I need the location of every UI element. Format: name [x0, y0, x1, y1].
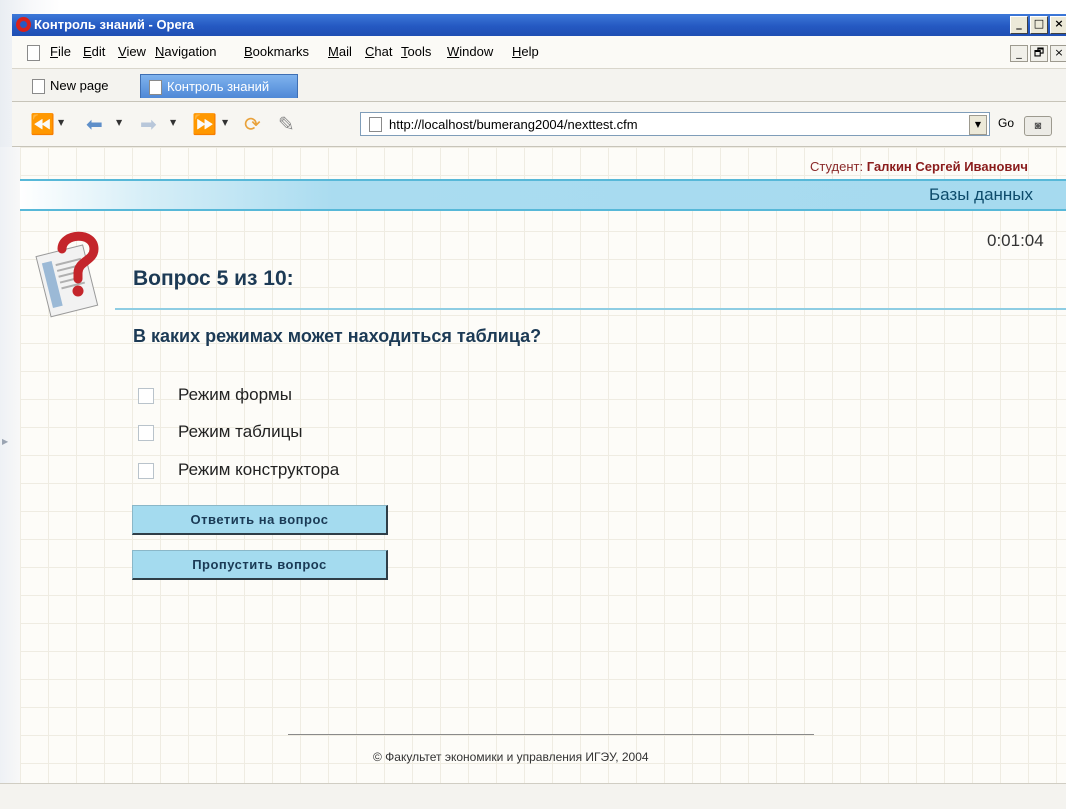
forward-icon[interactable]: ➡ — [140, 114, 157, 134]
mdi-minimize-button[interactable]: _ — [1010, 45, 1028, 62]
student-name: Галкин Сергей Иванович — [866, 159, 1028, 174]
question-text: В каких режимах может находиться таблица… — [133, 326, 542, 346]
menu-bookmarks[interactable]: Bookmarks — [244, 44, 309, 59]
subject-band: Базы данных — [20, 179, 1066, 211]
tab-knowledge-control[interactable]: Контроль знаний — [140, 74, 298, 98]
menu-view[interactable]: View — [118, 44, 146, 59]
tab-new-page[interactable]: New page — [24, 74, 132, 98]
fast-forward-icon[interactable]: ⏩ — [192, 114, 217, 134]
option-label: Режим формы — [178, 385, 292, 404]
option-checkbox[interactable] — [138, 388, 154, 404]
camera-icon[interactable]: ◙ — [1024, 116, 1052, 136]
page-icon — [149, 80, 162, 95]
edit-icon[interactable]: ✎ — [278, 114, 295, 134]
footer-text: © Факультет экономики и управления ИГЭУ,… — [373, 750, 649, 764]
menu-mail[interactable]: Mail — [328, 44, 352, 59]
tab-bar: New page Контроль знаний — [12, 69, 1066, 102]
student-info: Студент: Галкин Сергей Иванович — [810, 159, 1028, 174]
page-icon — [32, 79, 45, 94]
chevron-down-icon[interactable]: ▼ — [58, 118, 64, 127]
option-checkbox[interactable] — [138, 425, 154, 441]
menu-file[interactable]: File — [50, 44, 71, 59]
close-button[interactable]: × — [1050, 16, 1066, 34]
reload-icon[interactable]: ⟳ — [244, 114, 261, 134]
question-number: Вопрос 5 из 10: — [133, 267, 294, 290]
divider — [115, 308, 1066, 310]
menu-help[interactable]: Help — [512, 44, 539, 59]
opera-logo-icon — [16, 17, 31, 32]
mdi-close-button[interactable]: × — [1050, 45, 1066, 62]
subject-title: Базы данных — [929, 185, 1034, 204]
page-icon — [27, 45, 40, 61]
maximize-button[interactable]: □ — [1030, 16, 1048, 34]
question-mark-icon — [35, 231, 99, 318]
page-content: Студент: Галкин Сергей Иванович Базы дан… — [20, 147, 1066, 783]
chevron-down-icon[interactable]: ▼ — [222, 118, 228, 127]
rewind-icon[interactable]: ⏪ — [30, 114, 55, 134]
answer-button[interactable]: Ответить на вопрос — [132, 505, 388, 535]
tab-label: Контроль знаний — [167, 79, 270, 94]
skip-button[interactable]: Пропустить вопрос — [132, 550, 388, 580]
menu-window[interactable]: Window — [447, 44, 493, 59]
mdi-restore-button[interactable]: 🗗 — [1030, 45, 1048, 62]
chevron-down-icon[interactable]: ▼ — [116, 118, 122, 127]
back-icon[interactable]: ⬅ — [86, 114, 103, 134]
window-title: Контроль знаний - Opera — [34, 17, 195, 32]
menu-navigation[interactable]: Navigation — [155, 44, 216, 59]
student-label: Студент: — [810, 159, 864, 174]
footer-divider — [288, 734, 814, 735]
chevron-down-icon[interactable]: ▼ — [170, 118, 176, 127]
chevron-right-icon[interactable]: ▶ — [2, 437, 8, 446]
panel-toggle[interactable]: ▶ — [0, 147, 20, 783]
browser-window: Контроль знаний - Opera _ □ × File Edit … — [0, 0, 1066, 809]
minimize-button[interactable]: _ — [1010, 16, 1028, 34]
tab-label: New page — [50, 78, 109, 93]
timer: 0:01:04 — [987, 231, 1044, 250]
url-text: http://localhost/bumerang2004/nexttest.c… — [389, 117, 638, 132]
option-checkbox[interactable] — [138, 463, 154, 479]
status-bar — [0, 783, 1066, 809]
chevron-down-icon[interactable]: ▼ — [969, 115, 987, 135]
page-icon — [369, 117, 382, 132]
go-button[interactable]: Go — [998, 116, 1014, 130]
menu-tools[interactable]: Tools — [401, 44, 431, 59]
menu-edit[interactable]: Edit — [83, 44, 105, 59]
menu-chat[interactable]: Chat — [365, 44, 392, 59]
option-label: Режим таблицы — [178, 422, 303, 441]
menu-bar: File Edit View Navigation Bookmarks Mail… — [12, 36, 1066, 69]
option-label: Режим конструктора — [178, 460, 340, 479]
navigation-bar: ⏪ ▼ ⬅ ▼ ➡ ▼ ⏩ ▼ ⟳ ✎ http://localhost/bum… — [12, 102, 1066, 147]
title-bar: Контроль знаний - Opera _ □ × — [12, 14, 1066, 36]
address-field[interactable]: http://localhost/bumerang2004/nexttest.c… — [360, 112, 990, 136]
